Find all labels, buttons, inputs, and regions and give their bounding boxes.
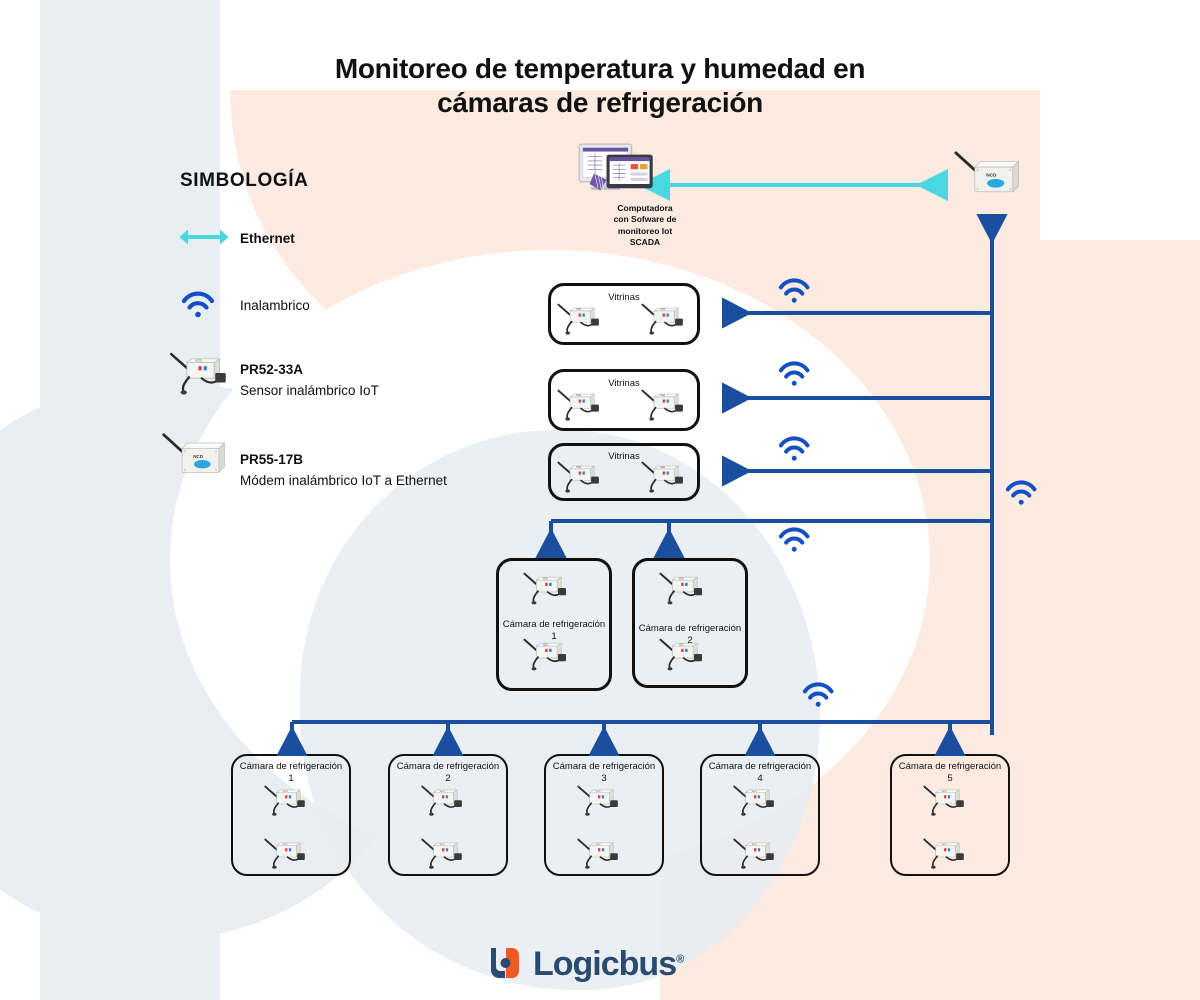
connection-lines: [276, 169, 1037, 756]
bottom-chamber-bus: [276, 720, 992, 756]
infographic-canvas: Monitoreo de temperatura y humedad en cá…: [0, 0, 1200, 1000]
wifi-icon-link-1: [778, 278, 810, 303]
wifi-icon-link-3: [778, 436, 810, 461]
wifi-icon-link-4: [778, 527, 810, 552]
mid-chamber-bus: [535, 519, 992, 558]
wifi-icon-link-6: [802, 682, 834, 707]
wifi-icon-link-2: [778, 361, 810, 386]
wifi-icon-link-5: [1005, 480, 1037, 505]
